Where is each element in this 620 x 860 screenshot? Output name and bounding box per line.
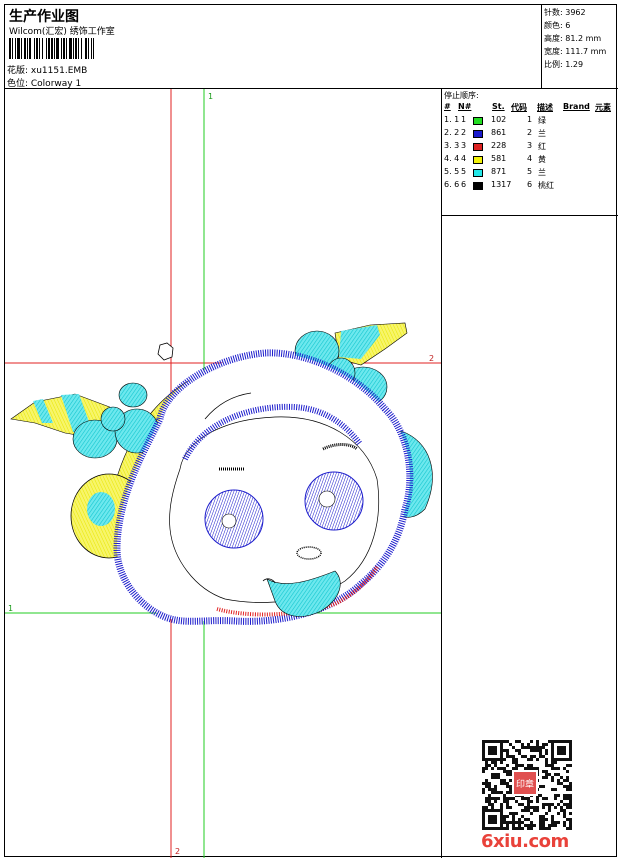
design-height: 高度: 81.2 mm bbox=[544, 34, 602, 43]
row-stitches: 102 bbox=[491, 115, 507, 124]
table-row: 2. 2 2 861 2 兰 bbox=[442, 128, 619, 141]
nose bbox=[296, 546, 322, 560]
row-needle: 4 bbox=[461, 154, 467, 163]
col-header-index: # bbox=[444, 102, 451, 111]
table-row: 5. 5 5 871 5 兰 bbox=[442, 167, 619, 180]
production-sheet: 生产作业图 Wilcom(汇宏) 绣饰工作室 花版: xu1151.EMB 色位… bbox=[4, 4, 618, 858]
left-earmuff-spot bbox=[87, 492, 115, 526]
barcode bbox=[9, 38, 135, 59]
row-code: 2 bbox=[527, 128, 533, 137]
row-code: 1 bbox=[527, 115, 533, 124]
stitch-count: 针数: 3962 bbox=[544, 8, 586, 17]
col-header-element: 元素 bbox=[595, 103, 611, 112]
table-row: 4. 4 4 581 4 黄 bbox=[442, 154, 619, 167]
stop-sequence-table: 停止顺序: # N# St. 代码 描述 Brand 元素 1. 1 1 102 1 绿… bbox=[441, 89, 618, 216]
color-swatch bbox=[473, 182, 483, 190]
col-header-description: 描述 bbox=[537, 103, 553, 112]
row-stitches: 581 bbox=[491, 154, 507, 163]
page-title: 生产作业图 bbox=[9, 9, 79, 25]
table-row: 6. 6 6 1317 6 桃红 bbox=[442, 180, 619, 193]
stop-sequence-title: 停止顺序: bbox=[444, 91, 479, 100]
color-swatch bbox=[473, 130, 483, 138]
row-description: 红 bbox=[538, 142, 546, 151]
color-swatch bbox=[473, 117, 483, 125]
guide-label-red-v: 2 bbox=[175, 847, 180, 856]
color-count: 颜色: 6 bbox=[544, 21, 571, 30]
header-panel: 生产作业图 Wilcom(汇宏) 绣饰工作室 花版: xu1151.EMB 色位… bbox=[5, 5, 542, 89]
col-header-needle: N# bbox=[458, 102, 472, 111]
row-description: 黄 bbox=[538, 155, 546, 164]
design-width: 宽度: 111.7 mm bbox=[544, 47, 607, 56]
row-code: 3 bbox=[527, 141, 533, 150]
row-needle: 3 bbox=[461, 141, 467, 150]
row-index: 1. 1 bbox=[444, 115, 460, 124]
design-scale: 比例: 1.29 bbox=[544, 60, 584, 69]
row-index: 5. 5 bbox=[444, 167, 460, 176]
color-swatch bbox=[473, 156, 483, 164]
row-stitches: 861 bbox=[491, 128, 507, 137]
row-stitches: 228 bbox=[491, 141, 507, 150]
row-stitches: 1317 bbox=[491, 180, 512, 189]
color-swatch bbox=[473, 143, 483, 151]
side-column-border bbox=[441, 216, 442, 858]
left-eye-highlight bbox=[221, 513, 237, 529]
embroidery-artwork: 1 2 1 2 bbox=[5, 89, 441, 858]
row-description: 桃红 bbox=[538, 181, 554, 190]
guide-label-red-h: 2 bbox=[429, 354, 434, 363]
qr-code: 印章 bbox=[482, 740, 572, 830]
row-needle: 6 bbox=[461, 180, 467, 189]
row-code: 4 bbox=[527, 154, 533, 163]
colorway-label: 色位: Colorway 1 bbox=[7, 79, 82, 89]
table-row: 3. 3 3 228 3 红 bbox=[442, 141, 619, 154]
row-needle: 1 bbox=[461, 115, 467, 124]
color-swatch bbox=[473, 169, 483, 177]
studio-name: Wilcom(汇宏) 绣饰工作室 bbox=[9, 27, 115, 37]
row-description: 绿 bbox=[538, 116, 546, 125]
col-header-stitches: St. bbox=[492, 102, 505, 111]
design-file-label: 花版: xu1151.EMB bbox=[7, 66, 88, 76]
watermark-site: 6xiu.com bbox=[481, 831, 569, 852]
row-index: 3. 3 bbox=[444, 141, 460, 150]
row-code: 5 bbox=[527, 167, 533, 176]
row-needle: 5 bbox=[461, 167, 467, 176]
right-eye-highlight bbox=[318, 490, 336, 508]
row-index: 2. 2 bbox=[444, 128, 460, 137]
col-header-brand: Brand bbox=[563, 102, 590, 111]
row-needle: 2 bbox=[461, 128, 467, 137]
stats-panel: 针数: 3962 颜色: 6 高度: 81.2 mm 宽度: 111.7 mm … bbox=[542, 5, 618, 89]
row-description: 兰 bbox=[538, 168, 546, 177]
row-index: 4. 4 bbox=[444, 154, 460, 163]
row-stitches: 871 bbox=[491, 167, 507, 176]
col-header-code: 代码 bbox=[511, 103, 527, 112]
guide-label-green-h: 1 bbox=[8, 604, 13, 613]
seal-icon: 印章 bbox=[516, 778, 534, 790]
guide-label-green-v: 1 bbox=[208, 92, 213, 101]
row-description: 兰 bbox=[538, 129, 546, 138]
table-row: 1. 1 1 102 1 绿 bbox=[442, 115, 619, 128]
row-index: 6. 6 bbox=[444, 180, 460, 189]
row-code: 6 bbox=[527, 180, 533, 189]
